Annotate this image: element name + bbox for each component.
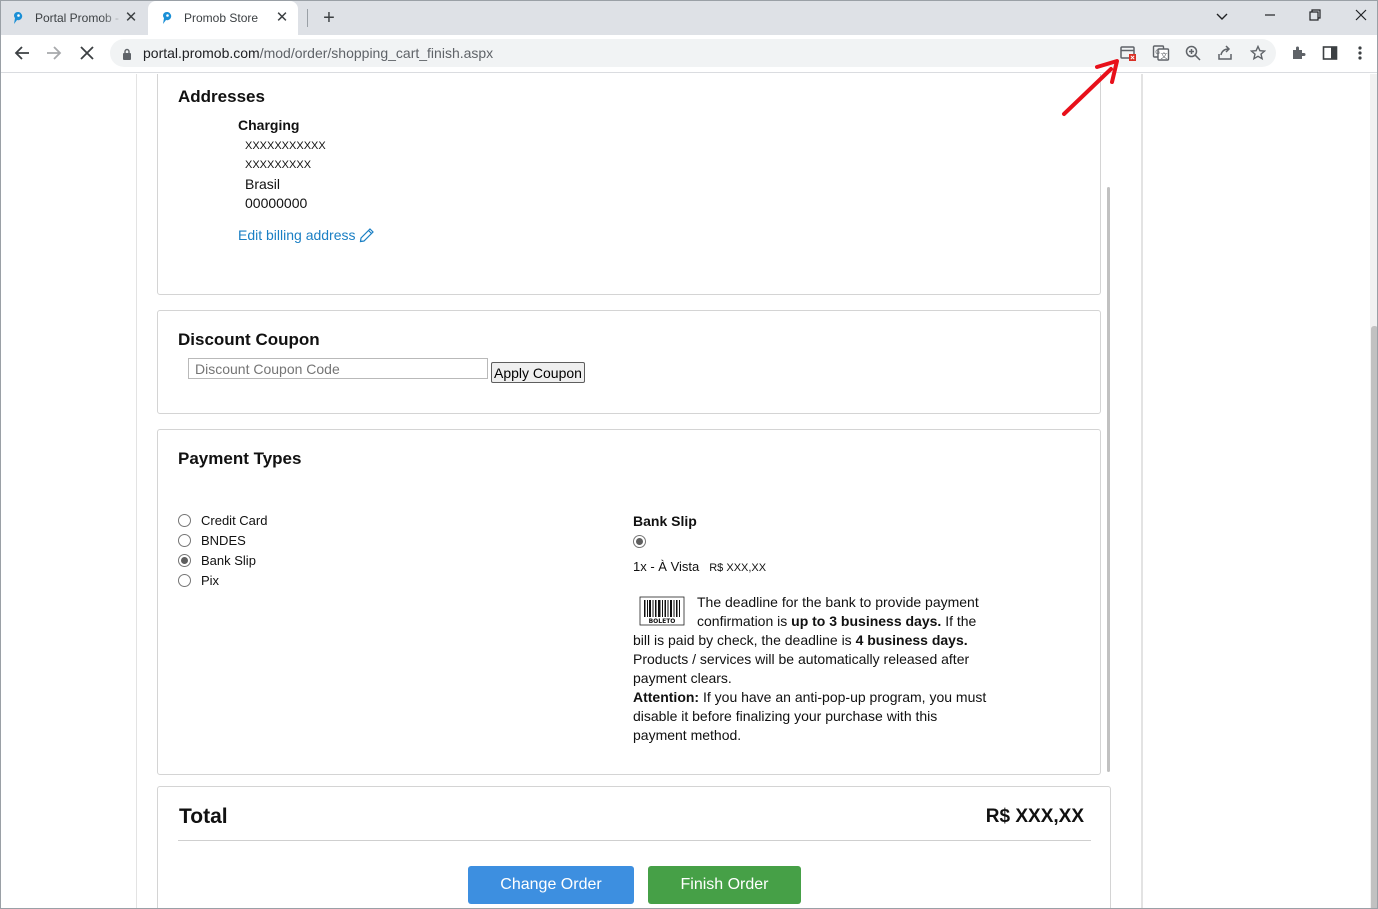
- close-tab-icon[interactable]: ✕: [274, 10, 290, 26]
- back-arrow-icon[interactable]: [10, 41, 34, 65]
- radio-button[interactable]: [178, 513, 191, 527]
- tab-title: Promob Store: [184, 11, 259, 25]
- total-label: Total: [179, 805, 228, 828]
- apply-coupon-button[interactable]: Apply Coupon: [491, 362, 585, 383]
- payment-types-panel: Payment Types Credit Card BNDES Bank Sli…: [157, 429, 1101, 775]
- payment-options: Credit Card BNDES Bank Slip Pix: [178, 510, 267, 590]
- page-scrollbar[interactable]: [1370, 74, 1377, 908]
- inner-scrollbar[interactable]: [1105, 74, 1112, 774]
- edit-billing-address-label: Edit billing address: [238, 227, 356, 243]
- installment-label: 1x - À Vista: [633, 559, 700, 574]
- discount-coupon-title: Discount Coupon: [178, 330, 320, 349]
- svg-text:G: G: [1155, 49, 1160, 56]
- browser-toolbar: portal.promob.com/mod/order/shopping_car…: [1, 35, 1377, 73]
- url-path: /mod/order/shopping_cart_finish.aspx: [259, 45, 494, 61]
- edit-billing-address-link[interactable]: Edit billing address: [238, 227, 375, 243]
- address-line: XXXXXXXXX: [245, 159, 312, 171]
- addresses-panel: Addresses Charging XXXXXXXXXXX XXXXXXXXX…: [157, 74, 1101, 295]
- radio-button-selected[interactable]: [633, 535, 646, 548]
- billing-address: Charging XXXXXXXXXXX XXXXXXXXX Brasil 00…: [238, 117, 326, 213]
- bank-slip-title: Bank Slip: [633, 513, 697, 529]
- url-text: portal.promob.com/mod/order/shopping_car…: [143, 45, 493, 61]
- side-panel-icon[interactable]: [1319, 42, 1341, 64]
- check-deadline-bold: 4 business days.: [855, 632, 968, 648]
- installment-price: R$ XXX,XX: [709, 562, 767, 574]
- close-window-icon[interactable]: [1349, 5, 1373, 29]
- change-order-button[interactable]: Change Order: [468, 866, 634, 904]
- promob-favicon-icon: [160, 11, 174, 25]
- translate-icon[interactable]: G文: [1151, 43, 1171, 63]
- coupon-code-input[interactable]: [188, 358, 488, 379]
- radio-button[interactable]: [178, 533, 191, 547]
- addresses-title: Addresses: [178, 87, 265, 106]
- promob-favicon-icon: [11, 11, 25, 25]
- share-icon[interactable]: [1215, 43, 1235, 63]
- deadline-bold: up to 3 business days.: [791, 613, 942, 629]
- tab-portal-promob[interactable]: Portal Promob - ✕: [1, 1, 147, 35]
- installment-row: 1x - À Vista R$ XXX,XX: [633, 557, 988, 578]
- restore-icon[interactable]: [1303, 5, 1327, 29]
- payment-option-bndes[interactable]: BNDES: [178, 530, 267, 550]
- payment-option-bank-slip[interactable]: Bank Slip: [178, 550, 267, 570]
- boleto-barcode-icon: BOLETO: [639, 596, 685, 626]
- minimize-icon[interactable]: [1258, 5, 1282, 29]
- radio-button[interactable]: [178, 573, 191, 587]
- total-value: R$ XXX,XX: [985, 806, 1084, 827]
- finish-order-button[interactable]: Finish Order: [648, 866, 801, 904]
- total-panel: Total R$ XXX,XX Change Order Finish Orde…: [157, 786, 1111, 908]
- attention-label: Attention:: [633, 689, 700, 705]
- address-line: XXXXXXXXXXX: [245, 140, 326, 152]
- browser-window: Portal Promob - ✕ Promob Store ✕ + porta…: [0, 0, 1378, 909]
- forward-arrow-icon[interactable]: [42, 41, 66, 65]
- stop-loading-icon[interactable]: [75, 41, 99, 65]
- sidebar-divider: [1141, 74, 1142, 908]
- bank-slip-info: BOLETO The deadline for the bank to prov…: [633, 593, 988, 745]
- charging-label: Charging: [238, 117, 300, 133]
- extensions-icon[interactable]: [1287, 42, 1309, 64]
- address-country: Brasil: [245, 176, 281, 192]
- release-text: Products / services will be automaticall…: [633, 651, 970, 686]
- lock-icon[interactable]: [122, 47, 132, 65]
- menu-kebab-icon[interactable]: [1349, 42, 1371, 64]
- red-annotation-arrow-icon: [1062, 59, 1119, 116]
- boleto-label: BOLETO: [649, 618, 676, 625]
- url-domain: portal.promob.com: [143, 45, 260, 61]
- payment-option-label: Pix: [201, 572, 220, 588]
- svg-text:文: 文: [1161, 51, 1168, 60]
- tab-promob-store[interactable]: Promob Store ✕: [148, 1, 298, 35]
- close-tab-icon[interactable]: ✕: [123, 10, 139, 26]
- page-viewport: Addresses Charging XXXXXXXXXXX XXXXXXXXX…: [1, 74, 1370, 908]
- installment-radio[interactable]: [633, 534, 988, 553]
- total-divider: [178, 840, 1091, 841]
- new-tab-icon[interactable]: +: [318, 8, 340, 30]
- page-scrollbar-thumb[interactable]: [1371, 326, 1377, 908]
- bookmark-star-icon[interactable]: [1248, 43, 1268, 63]
- payment-option-label: Credit Card: [201, 512, 268, 528]
- payment-option-pix[interactable]: Pix: [178, 570, 267, 590]
- inner-scrollbar-thumb[interactable]: [1107, 187, 1110, 772]
- tab-separator: [307, 9, 308, 27]
- tab-strip: Portal Promob - ✕ Promob Store ✕ +: [1, 1, 1377, 35]
- payment-option-label: Bank Slip: [201, 552, 256, 568]
- radio-button-selected[interactable]: [178, 553, 191, 567]
- payment-types-title: Payment Types: [178, 449, 302, 468]
- payment-option-credit-card[interactable]: Credit Card: [178, 510, 267, 530]
- tab-title: Portal Promob -: [35, 11, 120, 25]
- payment-option-label: BNDES: [201, 532, 246, 548]
- bank-slip-details: Bank Slip 1x - À Vista R$ XXX,XX BOLETO: [633, 512, 988, 745]
- discount-coupon-panel: Discount Coupon Apply Coupon: [157, 310, 1101, 414]
- address-zipcode: 00000000: [245, 195, 308, 211]
- tab-search-chevron-icon[interactable]: [1210, 5, 1234, 29]
- pencil-icon: [359, 227, 375, 243]
- zoom-icon[interactable]: [1183, 43, 1203, 63]
